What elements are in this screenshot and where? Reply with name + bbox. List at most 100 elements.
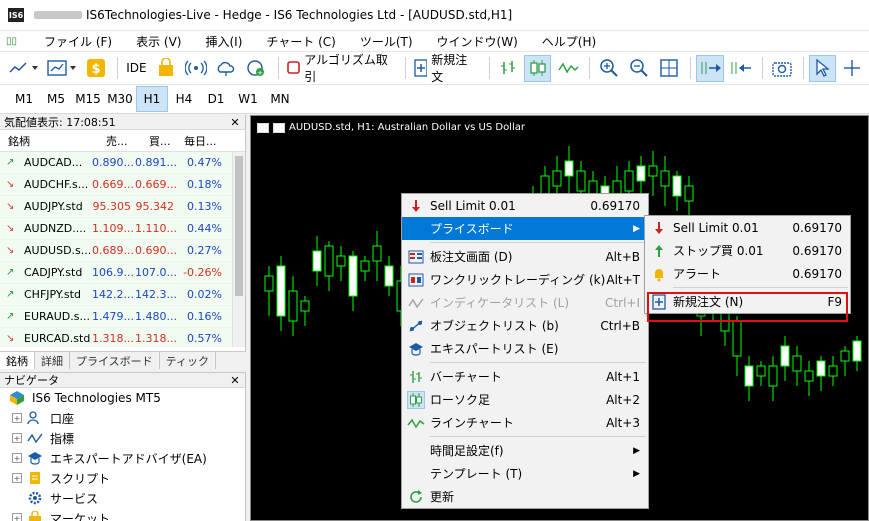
grid-icon — [660, 59, 678, 77]
algo-trading-button[interactable]: アルゴリズム取引 — [284, 53, 397, 84]
navigator-item-indicators[interactable]: + 指標 — [0, 428, 245, 448]
change-cell: 0.27% — [187, 244, 222, 257]
timeframe-m1[interactable]: M1 — [8, 86, 40, 112]
zoom-out-button[interactable] — [625, 55, 652, 82]
context-menu-item[interactable]: ローソク足 Alt+2 — [402, 388, 648, 411]
context-menu-item[interactable]: 更新 — [402, 485, 648, 508]
submenu-item[interactable]: Sell Limit 0.01 0.69170 — [645, 216, 850, 239]
gear-icon — [26, 490, 44, 506]
timeframe-m15[interactable]: M15 — [72, 86, 104, 112]
cursor-button[interactable] — [808, 54, 836, 82]
market-watch-row[interactable]: ↗ EURAUD.s... 1.479... 1.480... 0.16% — [0, 306, 245, 328]
expand-icon[interactable]: + — [12, 453, 22, 463]
timeframe-h4[interactable]: H4 — [168, 86, 200, 112]
market-watch-row[interactable]: ↘ AUDNZD.... 1.109... 1.110... 0.44% — [0, 218, 245, 240]
column-symbol[interactable]: 銘柄 — [0, 133, 92, 149]
candlestick-button[interactable] — [524, 54, 552, 82]
screenshot-button[interactable] — [768, 55, 795, 82]
tab-ticks[interactable]: ティック — [160, 352, 217, 369]
chart-shift-button[interactable] — [727, 55, 754, 82]
ide-button[interactable]: IDE — [123, 55, 150, 82]
menu-chart[interactable]: チャート (C) — [254, 31, 347, 51]
chart-type-dropdown[interactable] — [6, 55, 41, 82]
zoom-out-icon — [630, 59, 648, 77]
context-menu-item[interactable]: ラインチャート Alt+3 — [402, 411, 648, 434]
candle-body — [384, 265, 394, 287]
submenu-item[interactable]: ストップ買 0.01 0.69170 — [645, 239, 850, 262]
expand-icon[interactable]: + — [12, 513, 22, 521]
close-icon[interactable]: ✕ — [229, 116, 241, 129]
menu-grip-icon: ▯▯ — [6, 35, 18, 47]
market-watch-row[interactable]: ↗ CHFJPY.std 142.2... 142.3... 0.02% — [0, 284, 245, 306]
column-ask[interactable]: 買... — [135, 133, 178, 149]
menu-insert[interactable]: 挿入(I) — [193, 31, 254, 51]
dollar-button[interactable]: $ — [82, 55, 109, 82]
market-watch-row[interactable]: ↘ AUDUSD.s... 0.689... 0.690... 0.27% — [0, 240, 245, 262]
crosshair-button[interactable] — [839, 55, 866, 82]
menu-file[interactable]: ファイル (F) — [32, 31, 124, 51]
submenu-value: 0.69170 — [792, 243, 842, 258]
new-order-button[interactable]: 新規注文 — [411, 53, 481, 84]
community-button[interactable]: + — [243, 55, 270, 82]
navigator-item-expert-advisors[interactable]: + エキスパートアドバイザ(EA) — [0, 448, 245, 468]
signals-button[interactable] — [183, 55, 210, 82]
tab-details[interactable]: 詳細 — [35, 352, 70, 369]
navigator-item-services[interactable]: サービス — [0, 488, 245, 508]
timeframe-m5[interactable]: M5 — [40, 86, 72, 112]
expand-icon[interactable]: + — [12, 473, 22, 483]
context-menu-item[interactable]: Sell Limit 0.01 0.69170 — [402, 194, 648, 217]
context-menu-item[interactable]: 板注文画面 (D) Alt+B — [402, 245, 648, 268]
context-menu-item[interactable]: ワンクリックトレーディング (k) Alt+T — [402, 268, 648, 291]
vps-button[interactable] — [213, 55, 240, 82]
timeframe-d1[interactable]: D1 — [200, 86, 232, 112]
context-menu-item[interactable]: バーチャート Alt+1 — [402, 365, 648, 388]
market-watch-row[interactable]: ↗ AUDCAD... 0.890... 0.891... 0.47% — [0, 152, 245, 174]
market-watch-scrollbar[interactable] — [232, 152, 245, 347]
timeframe-w1[interactable]: W1 — [232, 86, 264, 112]
globe-add-icon: + — [247, 60, 265, 77]
cursor-arrow-icon — [816, 58, 831, 77]
timeframe-mn[interactable]: MN — [264, 86, 296, 112]
auto-scroll-button[interactable] — [696, 54, 725, 82]
bar-chart-button[interactable] — [494, 55, 521, 82]
new-chart-dropdown[interactable] — [44, 55, 79, 82]
context-menu-label: オブジェクトリスト (b) — [430, 319, 559, 333]
context-menu-item[interactable]: プライスボード ▶ — [402, 217, 648, 240]
submenu-item[interactable]: アラート 0.69170 — [645, 262, 850, 285]
line-chart-button[interactable] — [554, 55, 581, 82]
menu-window[interactable]: ウインドウ(W) — [425, 31, 530, 51]
column-daily-change[interactable]: 毎日... — [178, 133, 228, 149]
menu-tools[interactable]: ツール(T) — [348, 31, 425, 51]
timeframe-h1[interactable]: H1 — [136, 86, 168, 112]
market-watch-row[interactable]: ↘ AUDJPY.std 95.305 95.342 0.13% — [0, 196, 245, 218]
market-button[interactable] — [153, 55, 180, 82]
scrollbar-thumb[interactable] — [235, 156, 243, 296]
timeframe-m30[interactable]: M30 — [104, 86, 136, 112]
context-menu-item[interactable]: オブジェクトリスト (b) Ctrl+B — [402, 314, 648, 337]
arrow-up-icon: ↗ — [6, 267, 15, 278]
expert-icon — [402, 342, 430, 356]
navigator-item-market[interactable]: + マーケット — [0, 508, 245, 521]
ask-cell: 95.342 — [135, 200, 175, 213]
expand-icon[interactable]: + — [12, 413, 22, 423]
tile-windows-button[interactable] — [655, 55, 682, 82]
navigator-item-scripts[interactable]: + スクリプト — [0, 468, 245, 488]
tab-symbols[interactable]: 銘柄 — [0, 352, 35, 369]
market-watch-row[interactable]: ↘ EURCAD.std 1.318... 1.318... 0.57% — [0, 328, 245, 347]
zoom-in-button[interactable] — [595, 55, 622, 82]
account-id-blurred — [34, 11, 82, 19]
arrow-down-icon: ↘ — [6, 201, 15, 212]
context-menu-item[interactable]: 時間足設定(f) ▶ — [402, 439, 648, 462]
navigator-root[interactable]: IS6 Technologies MT5 — [0, 388, 245, 408]
menu-help[interactable]: ヘルプ(H) — [530, 31, 608, 51]
close-icon[interactable]: ✕ — [229, 374, 241, 387]
column-bid[interactable]: 売... — [92, 133, 135, 149]
tab-price-board[interactable]: プライスボード — [70, 352, 160, 369]
context-menu-item[interactable]: エキスパートリスト (E) — [402, 337, 648, 360]
navigator-item-accounts[interactable]: + 口座 — [0, 408, 245, 428]
market-watch-row[interactable]: ↗ CADJPY.std 106.9... 107.0... -0.26% — [0, 262, 245, 284]
market-watch-row[interactable]: ↘ AUDCHF.s... 0.669... 0.669... 0.18% — [0, 174, 245, 196]
expand-icon[interactable]: + — [12, 433, 22, 443]
menu-view[interactable]: 表示 (V) — [124, 31, 193, 51]
context-menu-item[interactable]: テンプレート (T) ▶ — [402, 462, 648, 485]
